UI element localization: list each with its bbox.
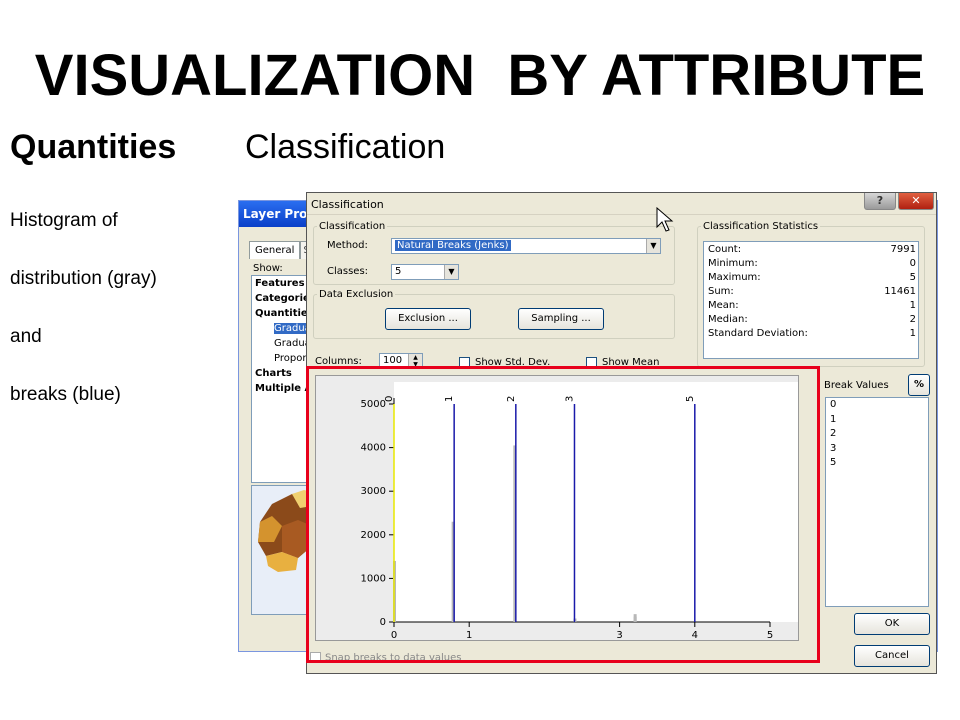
classes-label: Classes: <box>327 266 369 277</box>
break-value-item[interactable]: 1 <box>826 413 928 428</box>
tree-item-graduated-symbols[interactable]: Gradua <box>252 336 310 351</box>
method-label: Method: <box>327 240 368 251</box>
stat-count: Count: 7991 <box>708 244 916 255</box>
cancel-button[interactable]: Cancel <box>854 645 930 667</box>
classification-titlebar: Classification <box>307 193 936 215</box>
stat-median: Median: 2 <box>708 314 916 325</box>
subtitle-classification: Classification <box>245 128 446 166</box>
close-button[interactable]: ✕ <box>898 193 934 210</box>
layer-tabs: General S <box>249 241 311 259</box>
data-exclusion-group: Data Exclusion <box>313 289 675 339</box>
tree-item-categories[interactable]: Categorie <box>252 291 310 306</box>
classification-statistics-label: Classification Statistics <box>703 221 819 232</box>
sampling-button[interactable]: Sampling ... <box>518 308 604 330</box>
method-select[interactable]: Natural Breaks (Jenks) ▼ <box>391 238 661 254</box>
tree-item-graduated-colors[interactable]: Gradua <box>252 321 310 336</box>
break-value-item[interactable]: 0 <box>826 398 928 413</box>
stat-maximum: Maximum: 5 <box>708 272 916 283</box>
tree-item-multiple-attributes[interactable]: Multiple A <box>252 381 310 396</box>
tree-item-proportional-symbols[interactable]: Propor <box>252 351 310 366</box>
mouse-cursor-icon <box>656 207 674 232</box>
map-preview <box>251 485 311 615</box>
break-values-label: Break Values <box>824 380 889 391</box>
tree-item-charts[interactable]: Charts <box>252 366 310 381</box>
chevron-down-icon[interactable]: ▼ <box>646 239 660 253</box>
method-value: Natural Breaks (Jenks) <box>395 240 511 251</box>
break-value-item[interactable]: 5 <box>826 456 928 471</box>
tree-item-quantities[interactable]: Quantitie <box>252 306 310 321</box>
break-value-item[interactable]: 2 <box>826 427 928 442</box>
break-value-item[interactable]: 3 <box>826 442 928 457</box>
stat-sum: Sum: 11461 <box>708 286 916 297</box>
show-tree: Features Categorie Quantitie Gradua Grad… <box>251 275 311 483</box>
help-button[interactable]: ? <box>864 193 896 210</box>
ok-button[interactable]: OK <box>854 613 930 635</box>
highlight-rectangle <box>306 366 820 663</box>
slide-title: VISUALIZATION BY ATTRIBUTE <box>34 43 926 108</box>
tab-general[interactable]: General <box>249 241 301 259</box>
note-line-2: distribution (gray) <box>10 268 157 289</box>
note-line-4: breaks (blue) <box>10 384 121 405</box>
stat-minimum: Minimum: 0 <box>708 258 916 269</box>
chevron-down-icon[interactable]: ▼ <box>444 265 458 279</box>
break-values-list[interactable]: 0 1 2 3 5 <box>825 397 929 607</box>
classification-group-label: Classification <box>319 221 386 232</box>
tree-item-features[interactable]: Features <box>252 276 310 291</box>
show-label: Show: <box>253 263 283 274</box>
classes-value: 5 <box>395 266 402 277</box>
note-line-3: and <box>10 326 42 347</box>
note-line-1: Histogram of <box>10 210 118 231</box>
columns-value: 100 <box>383 355 403 366</box>
stat-mean: Mean: 1 <box>708 300 916 311</box>
percent-button[interactable]: % <box>908 374 930 396</box>
data-exclusion-group-label: Data Exclusion <box>319 289 394 300</box>
exclusion-button[interactable]: Exclusion ... <box>385 308 471 330</box>
stat-standard-deviation: Standard Deviation: 1 <box>708 328 916 339</box>
subtitle-quantities: Quantities <box>10 128 177 166</box>
classes-select[interactable]: 5 ▼ <box>391 264 459 280</box>
statistics-box: Count: 7991 Minimum: 0 Maximum: 5 Sum: 11461… <box>703 241 919 359</box>
map-preview-image <box>258 490 310 572</box>
